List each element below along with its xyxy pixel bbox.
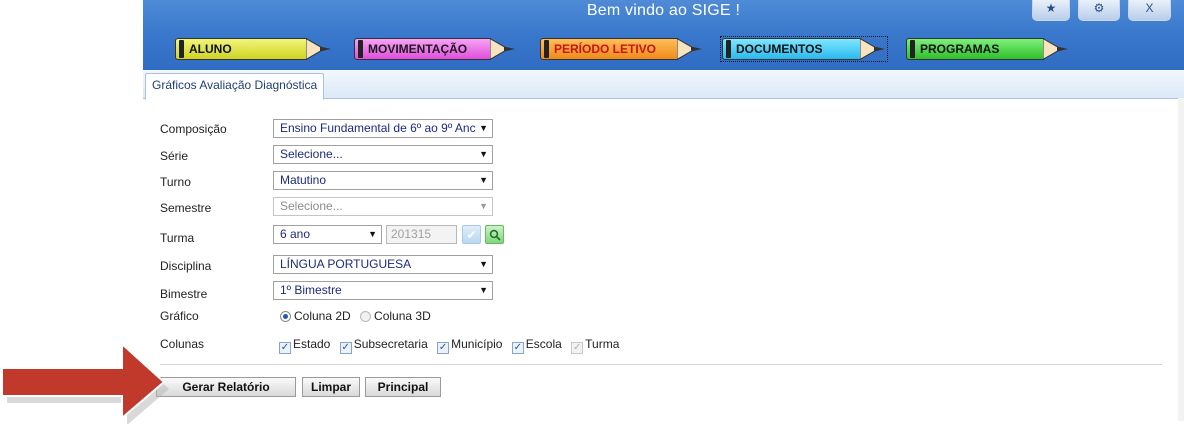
checkbox-escola[interactable]: ✓ [511,342,524,354]
bimestre-value: 1º Bimestre [280,283,342,297]
chevron-down-icon: ▼ [479,123,488,133]
menu-documentos-label: DOCUMENTOS [736,42,823,56]
check-icon: ✔ [466,228,477,242]
checkbox-turma-label: Turma [585,337,620,351]
pencil-stripe [544,40,549,58]
star-icon: ★ [1045,1,1057,15]
menu-movimentacao-label: MOVIMENTAÇÃO [368,42,468,56]
radio-coluna-3d-label: Coluna 3D [374,309,431,323]
serie-select[interactable]: Selecione... ▼ [273,145,493,164]
checkbox-estado-label: Estado [293,337,331,351]
turno-label: Turno [160,175,191,189]
pencil-tip-icon [306,38,331,60]
menu-programas[interactable]: PROGRAMAS [906,38,1069,60]
serie-value: Selecione... [280,147,343,161]
limpar-button[interactable]: Limpar [302,377,360,397]
menu-documentos[interactable]: DOCUMENTOS [720,36,888,62]
gear-icon: ⚙ [1093,1,1105,15]
chevron-down-icon: ▼ [479,149,488,159]
principal-button[interactable]: Principal [365,377,441,397]
pencil-stripe [726,40,731,58]
tab-bar: Gráficos Avaliação Diagnóstica [143,70,1184,100]
turma-label: Turma [160,231,195,245]
annotation-arrow-icon [1,341,169,424]
divider [160,364,1162,365]
checkbox-municipio[interactable]: ✓ [437,342,450,354]
turma-code-input[interactable]: 201315 [386,225,457,244]
composicao-label: Composição [160,122,227,136]
grafico-label: Gráfico [160,309,199,323]
bimestre-select[interactable]: 1º Bimestre ▼ [273,281,493,300]
colunas-checkbox-group: ✓ Estado ✓ Subsecretaria ✓ Município ✓ Escol… [279,337,619,354]
turno-value: Matutino [280,173,327,187]
semestre-select: Selecione... ▼ [273,197,493,216]
pencil-tip-icon [490,38,515,60]
radio-coluna-2d-label: Coluna 2D [294,309,351,323]
chevron-down-icon: ▼ [479,259,488,269]
favorite-button[interactable]: ★ [1032,0,1070,21]
tab-graficos-avaliacao[interactable]: Gráficos Avaliação Diagnóstica [145,73,325,100]
menu-periodo-letivo[interactable]: PERÍODO LETIVO [540,38,703,60]
menu-aluno[interactable]: ALUNO [175,38,332,60]
pencil-tip-icon [1043,38,1068,60]
pencil-stripe [179,40,184,58]
menu-periodo-letivo-label: PERÍODO LETIVO [554,42,657,56]
gerar-relatorio-button[interactable]: Gerar Relatório [156,377,296,397]
serie-label: Série [160,149,189,163]
confirm-turma-button[interactable]: ✔ [462,225,481,244]
chevron-down-icon: ▼ [368,229,377,239]
composicao-value: Ensino Fundamental de 6º ao 9º Anc [280,121,476,135]
composicao-select[interactable]: Ensino Fundamental de 6º ao 9º Anc ▼ [273,119,493,138]
search-turma-button[interactable] [485,225,504,244]
radio-coluna-2d[interactable] [280,311,291,322]
disciplina-label: Disciplina [160,259,212,273]
chevron-down-icon: ▼ [479,201,488,211]
radio-coluna-3d[interactable] [360,311,372,322]
turma-select[interactable]: 6 ano ▼ [273,225,382,244]
settings-button[interactable]: ⚙ [1078,0,1120,21]
pencil-tip-icon [677,38,702,60]
menu-movimentacao[interactable]: MOVIMENTAÇÃO [354,38,516,60]
semestre-value: Selecione... [280,199,343,213]
pencil-tip-icon [860,38,885,60]
search-icon [489,229,501,241]
chevron-down-icon: ▼ [479,175,488,185]
close-icon: X [1145,1,1154,15]
checkbox-turma: ✓ [571,342,584,354]
close-button[interactable]: X [1128,0,1171,21]
scrollbar[interactable] [1178,98,1184,421]
checkbox-subsecretaria-label: Subsecretaria [353,337,428,351]
checkbox-municipio-label: Município [451,337,503,351]
checkbox-escola-label: Escola [525,337,562,351]
checkbox-subsecretaria[interactable]: ✓ [339,342,352,354]
menu-programas-label: PROGRAMAS [920,42,1000,56]
menu-aluno-label: ALUNO [189,42,232,56]
disciplina-select[interactable]: LÍNGUA PORTUGUESA ▼ [273,255,493,274]
disciplina-value: LÍNGUA PORTUGUESA [280,257,412,271]
checkbox-estado[interactable]: ✓ [279,342,291,354]
bimestre-label: Bimestre [160,287,208,301]
chevron-down-icon: ▼ [479,285,488,295]
grafico-radio-group: Coluna 2D Coluna 3D [280,309,431,323]
pencil-stripe [910,40,915,58]
welcome-title: Bem vindo ao SIGE ! [586,2,741,19]
semestre-label: Semestre [160,201,212,215]
turno-select[interactable]: Matutino ▼ [273,171,493,190]
pencil-stripe [358,40,363,58]
turma-value: 6 ano [280,227,311,241]
